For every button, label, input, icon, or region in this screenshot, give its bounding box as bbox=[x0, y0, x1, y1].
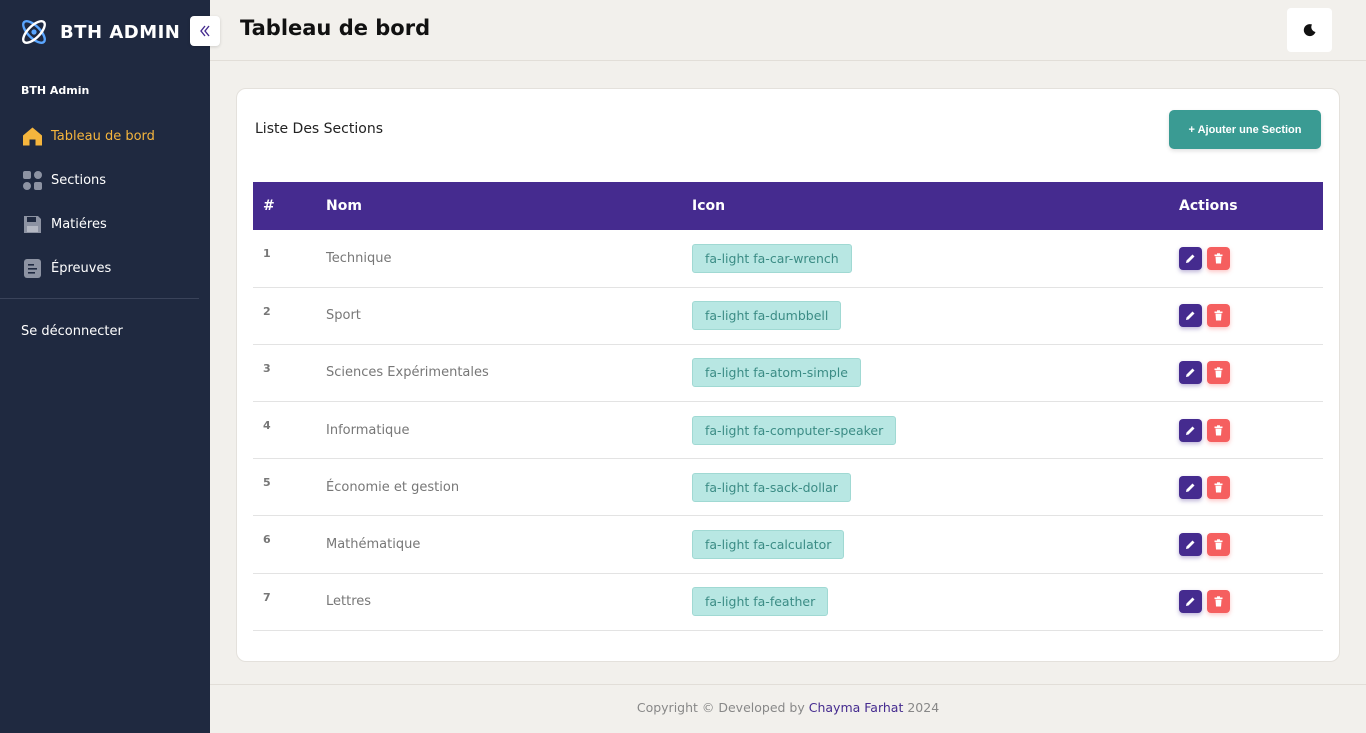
delete-button[interactable] bbox=[1207, 361, 1231, 385]
icon-tag: fa-light fa-car-wrench bbox=[692, 243, 852, 273]
row-id: 2 bbox=[263, 304, 271, 318]
trash-icon bbox=[1214, 253, 1223, 264]
sidebar-item-sections[interactable]: Sections bbox=[0, 158, 210, 202]
sidebar-divider bbox=[0, 298, 199, 299]
card-title: Liste Des Sections bbox=[255, 121, 383, 137]
icon-tag: fa-light fa-atom-simple bbox=[692, 358, 861, 388]
row-name: Mathématique bbox=[326, 537, 421, 553]
row-name: Lettres bbox=[326, 594, 372, 610]
column-header-actions: Actions bbox=[1179, 198, 1238, 214]
sidebar-item-epreuves[interactable]: Épreuves bbox=[0, 246, 210, 290]
edit-button[interactable] bbox=[1179, 246, 1202, 270]
icon-tag: fa-light fa-calculator bbox=[692, 530, 845, 560]
pencil-icon bbox=[1186, 597, 1195, 607]
column-header-nom: Nom bbox=[326, 198, 362, 214]
home-icon bbox=[22, 126, 43, 147]
atom-logo-icon bbox=[22, 20, 46, 44]
row-id: 3 bbox=[263, 361, 271, 375]
footer-prefix: Copyright © Developed by bbox=[636, 700, 809, 715]
edit-button[interactable] bbox=[1179, 304, 1202, 328]
pencil-icon bbox=[1186, 540, 1195, 550]
trash-icon bbox=[1214, 482, 1223, 493]
column-header-number: # bbox=[263, 198, 275, 214]
logout-link[interactable]: Se déconnecter bbox=[21, 324, 123, 339]
add-section-button[interactable]: + Ajouter une Section bbox=[1169, 110, 1321, 149]
sidebar-item-label: Tableau de bord bbox=[51, 128, 155, 144]
column-header-icon: Icon bbox=[692, 198, 726, 214]
delete-button[interactable] bbox=[1207, 533, 1231, 557]
page-title: Tableau de bord bbox=[240, 16, 431, 40]
edit-button[interactable] bbox=[1179, 533, 1202, 557]
delete-button[interactable] bbox=[1207, 246, 1231, 270]
moon-icon bbox=[1303, 24, 1315, 37]
footer-divider bbox=[210, 684, 1366, 685]
delete-button[interactable] bbox=[1207, 418, 1231, 442]
row-id: 6 bbox=[263, 533, 271, 547]
icon-tag: fa-light fa-sack-dollar bbox=[692, 472, 851, 502]
delete-button[interactable] bbox=[1207, 590, 1231, 614]
sidebar-item-label: Épreuves bbox=[51, 260, 112, 276]
icon-tag: fa-light fa-feather bbox=[692, 587, 829, 617]
row-id: 1 bbox=[263, 247, 271, 260]
header-divider bbox=[210, 60, 1366, 61]
table-row: 6 Mathématique fa-light fa-calculator bbox=[253, 516, 1323, 574]
pencil-icon bbox=[1186, 368, 1195, 378]
edit-button[interactable] bbox=[1179, 475, 1202, 499]
sections-table: # Nom Icon Actions 1 Technique fa-light … bbox=[253, 182, 1323, 631]
trash-icon bbox=[1214, 424, 1223, 436]
sidebar: BTH ADMIN BTH Admin Tableau de bord Sect… bbox=[0, 0, 210, 733]
brand[interactable]: BTH ADMIN bbox=[18, 16, 180, 48]
row-name: Économie et gestion bbox=[326, 479, 460, 495]
sections-card: Liste Des Sections + Ajouter une Section… bbox=[236, 88, 1340, 662]
trash-icon bbox=[1214, 310, 1223, 321]
icon-tag: fa-light fa-computer-speaker bbox=[692, 415, 897, 445]
delete-button[interactable] bbox=[1207, 475, 1231, 499]
row-name: Technique bbox=[326, 250, 392, 266]
table-row: 4 Informatique fa-light fa-computer-spea… bbox=[253, 402, 1323, 459]
sidebar-item-matieres[interactable]: Matiéres bbox=[0, 202, 210, 246]
trash-icon bbox=[1214, 596, 1223, 607]
sidebar-nav: Tableau de bord Sections Matiéres Épreuv… bbox=[0, 114, 210, 290]
row-name: Sciences Expérimentales bbox=[326, 365, 489, 381]
row-id: 7 bbox=[263, 590, 271, 604]
row-id: 4 bbox=[263, 419, 271, 433]
row-id: 5 bbox=[263, 476, 271, 490]
footer-year: 2024 bbox=[903, 700, 940, 715]
trash-icon bbox=[1214, 367, 1223, 378]
table-row: 3 Sciences Expérimentales fa-light fa-at… bbox=[253, 344, 1323, 402]
brand-name: BTH ADMIN bbox=[60, 21, 181, 43]
grid-icon bbox=[22, 170, 43, 191]
table-header-row: # Nom Icon Actions bbox=[253, 182, 1323, 230]
edit-button[interactable] bbox=[1179, 361, 1202, 385]
floppy-icon bbox=[22, 214, 43, 235]
edit-button[interactable] bbox=[1179, 590, 1202, 614]
collapse-sidebar-button[interactable] bbox=[190, 16, 220, 46]
pencil-icon bbox=[1186, 254, 1195, 263]
sidebar-item-tableau-de-bord[interactable]: Tableau de bord bbox=[0, 114, 210, 158]
footer: Copyright © Developed by Chayma Farhat 2… bbox=[210, 700, 1366, 715]
row-name: Informatique bbox=[326, 422, 410, 438]
list-icon bbox=[22, 258, 43, 279]
theme-toggle-button[interactable] bbox=[1287, 8, 1332, 52]
trash-icon bbox=[1214, 539, 1223, 550]
table-row: 1 Technique fa-light fa-car-wrench bbox=[253, 230, 1323, 288]
icon-tag: fa-light fa-dumbbell bbox=[692, 301, 842, 331]
chevrons-left-icon bbox=[200, 25, 210, 37]
row-name: Sport bbox=[326, 308, 361, 324]
footer-author-link[interactable]: Chayma Farhat bbox=[809, 700, 904, 715]
sidebar-item-label: Matiéres bbox=[51, 216, 107, 232]
pencil-icon bbox=[1186, 311, 1195, 321]
delete-button[interactable] bbox=[1207, 304, 1231, 328]
sidebar-item-label: Sections bbox=[51, 172, 107, 188]
pencil-icon bbox=[1186, 426, 1195, 435]
sidebar-heading: BTH Admin bbox=[21, 84, 90, 97]
pencil-icon bbox=[1186, 483, 1195, 492]
table-row: 2 Sport fa-light fa-dumbbell bbox=[253, 287, 1323, 345]
table-row: 7 Lettres fa-light fa-feather bbox=[253, 573, 1323, 631]
table-row: 5 Économie et gestion fa-light fa-sack-d… bbox=[253, 459, 1323, 516]
edit-button[interactable] bbox=[1179, 418, 1202, 442]
